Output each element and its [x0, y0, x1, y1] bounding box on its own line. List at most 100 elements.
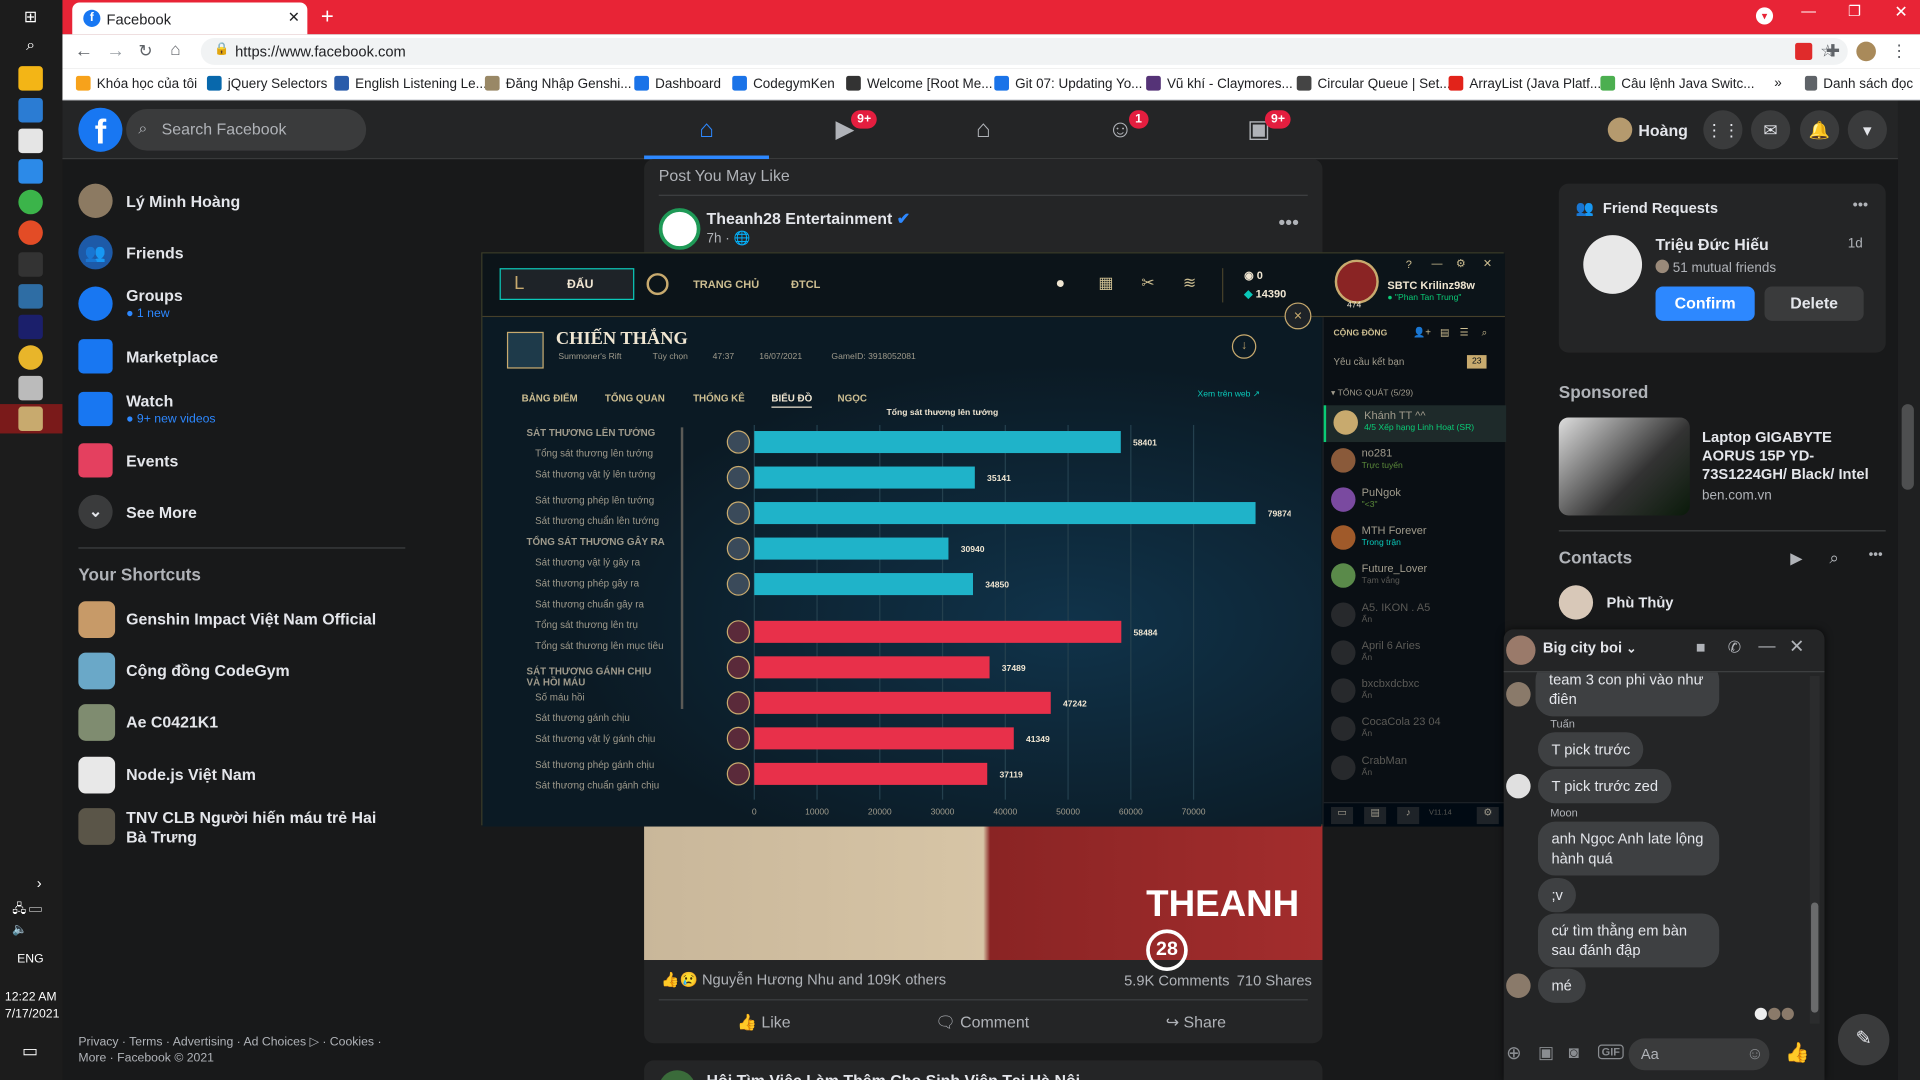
- nav-home[interactable]: TRANG CHỦ: [693, 278, 759, 290]
- sticker-icon[interactable]: ◙: [1569, 1042, 1579, 1062]
- confirm-button[interactable]: Confirm: [1655, 286, 1755, 321]
- summoner-icon[interactable]: [1334, 259, 1379, 304]
- filter-option[interactable]: Tổng sát thương lên trụ: [518, 620, 638, 631]
- filter-scrollbar[interactable]: [680, 427, 684, 709]
- friend-row[interactable]: CocaCola 23 04 Ẩn: [1324, 712, 1506, 749]
- home-nav-icon[interactable]: ⌂: [692, 115, 721, 144]
- tab-stats[interactable]: THỐNG KÊ: [693, 393, 745, 404]
- extensions-puzzle-icon[interactable]: ✚: [1826, 40, 1840, 61]
- minimize-window-button[interactable]: —: [1801, 2, 1816, 19]
- minimize-icon[interactable]: —: [1431, 257, 1442, 269]
- tab-overview[interactable]: TỔNG QUAN: [605, 393, 665, 404]
- app-icon[interactable]: [18, 284, 43, 309]
- friend-row[interactable]: CrabMan Ẩn: [1324, 750, 1506, 787]
- message-bubble[interactable]: T pick trước: [1537, 732, 1644, 767]
- page-name[interactable]: Theanh28 Entertainment ✔: [707, 209, 911, 229]
- terminal-icon[interactable]: [18, 252, 43, 277]
- filter-option[interactable]: Sát thương gánh chịu: [518, 713, 630, 724]
- summoner-name[interactable]: SBTC Krilinz98w: [1387, 279, 1475, 291]
- app-icon[interactable]: [18, 189, 43, 215]
- store-nav-icon[interactable]: ≋: [1183, 273, 1196, 293]
- filter-option[interactable]: Tổng sát thương lên mục tiêu: [518, 640, 665, 651]
- collection-nav-icon[interactable]: ▦: [1098, 273, 1113, 293]
- account-dropdown-icon[interactable]: ▾: [1847, 110, 1887, 150]
- vscode-icon[interactable]: [18, 159, 43, 184]
- menu-kebab-icon[interactable]: ⋮: [1891, 40, 1908, 61]
- page-scrollbar[interactable]: [1897, 100, 1920, 1080]
- shortcut-item[interactable]: Node.js Việt Nam: [78, 756, 396, 794]
- address-bar[interactable]: 🔒 https://www.facebook.com ☆: [200, 37, 1848, 65]
- bookmark-item[interactable]: ArrayList (Java Platf...: [1448, 75, 1601, 92]
- ad-domain[interactable]: ben.com.vn: [1702, 489, 1772, 504]
- bookmark-item[interactable]: Welcome [Root Me...: [846, 75, 992, 92]
- file-explorer-icon[interactable]: [18, 66, 43, 91]
- shortcut-item[interactable]: Genshin Impact Việt Nam Official: [78, 601, 396, 638]
- loot-nav-icon[interactable]: ✂: [1141, 273, 1154, 293]
- footer-copyright[interactable]: More · Facebook © 2021: [78, 1052, 214, 1065]
- help-icon[interactable]: ?: [1406, 258, 1412, 270]
- list-icon[interactable]: ☰: [1460, 327, 1469, 338]
- filter-option[interactable]: Sát thương vật lý gây ra: [518, 557, 640, 568]
- play-button[interactable]: L ĐẤU: [499, 268, 635, 301]
- friend-row[interactable]: Khánh TT ^^ 4/5 Xếp hạng Linh Hoạt (SR): [1323, 405, 1507, 443]
- marketplace-nav-icon[interactable]: ⌂: [969, 115, 998, 144]
- message-bubble[interactable]: mé: [1537, 968, 1586, 1003]
- video-call-icon[interactable]: ▶: [1790, 549, 1802, 569]
- maximize-window-button[interactable]: ❐: [1848, 2, 1861, 19]
- windows-start-icon[interactable]: ⊞: [18, 5, 42, 29]
- tab-scoreboard[interactable]: BẢNG ĐIỂM: [522, 393, 578, 404]
- share-button[interactable]: ↪ Share: [1166, 1013, 1226, 1033]
- notifications-bell-icon[interactable]: 🔔: [1800, 110, 1840, 150]
- settings-icon[interactable]: ⚙: [1456, 257, 1466, 270]
- paint-icon[interactable]: [18, 128, 43, 154]
- search-icon[interactable]: ⌕: [18, 33, 42, 57]
- home-icon[interactable]: ⌂: [170, 39, 180, 59]
- bookmark-item[interactable]: English Listening Le...: [334, 75, 487, 92]
- friend-row[interactable]: PuNgok "<3": [1324, 482, 1506, 519]
- friend-requests-label[interactable]: Yêu cầu kết bạn: [1333, 356, 1404, 367]
- profile-dropdown-icon[interactable]: ▾: [1755, 7, 1774, 25]
- friend-row[interactable]: bxcbxdcbxc Ẩn: [1324, 674, 1506, 711]
- photo-icon[interactable]: ▣: [1538, 1042, 1554, 1063]
- back-icon[interactable]: ←: [75, 40, 93, 61]
- scrollbar-thumb[interactable]: [1811, 902, 1819, 1013]
- browser-tab[interactable]: f Facebook ✕: [72, 2, 308, 35]
- like-button[interactable]: 👍 Like: [737, 1013, 790, 1033]
- bookmark-item[interactable]: Câu lệnh Java Switc...: [1600, 75, 1755, 92]
- filter-option[interactable]: Sát thương phép gây ra: [518, 578, 639, 589]
- shortcut-item[interactable]: Ae C0421K1: [78, 704, 396, 741]
- filter-option[interactable]: Tổng sát thương lên tướng: [518, 448, 653, 459]
- intellij-icon[interactable]: [18, 314, 43, 340]
- bookmark-item[interactable]: Dashboard: [634, 75, 721, 92]
- sidebar-see-more[interactable]: ⌄ See More: [78, 494, 396, 529]
- phone-icon[interactable]: ✆: [1728, 638, 1741, 658]
- sidebar-item-marketplace[interactable]: Marketplace: [78, 339, 396, 374]
- profile-nav-icon[interactable]: ●: [1056, 273, 1066, 291]
- close-match-icon[interactable]: ✕: [1284, 302, 1312, 330]
- nav-tft[interactable]: ĐTCL: [791, 278, 820, 290]
- bookmark-item[interactable]: CodegymKen: [732, 75, 835, 92]
- clock-date[interactable]: 7/17/2021: [5, 1008, 59, 1021]
- app-icon[interactable]: [18, 220, 43, 245]
- facebook-logo-icon[interactable]: f: [78, 107, 123, 152]
- friend-row[interactable]: April 6 Aries Ẩn: [1324, 635, 1506, 672]
- delete-button[interactable]: Delete: [1764, 286, 1864, 321]
- filter-option[interactable]: Sát thương phép gánh chịu: [518, 759, 654, 770]
- footer-links[interactable]: Privacy · Terms · Advertising · Ad Choic…: [78, 1036, 381, 1049]
- mail-icon[interactable]: [18, 97, 43, 123]
- avatar[interactable]: [1583, 235, 1643, 294]
- messenger-icon[interactable]: ✉: [1751, 110, 1791, 150]
- bookmark-item[interactable]: Đăng Nhập Genshi...: [484, 75, 632, 92]
- view-on-web-link[interactable]: Xem trên web ↗: [1198, 389, 1260, 400]
- add-more-icon[interactable]: ⊕: [1506, 1042, 1521, 1064]
- sidebar-item-watch[interactable]: Watch ● 9+ new videos: [78, 387, 396, 429]
- options-icon[interactable]: •••: [1853, 196, 1868, 213]
- settings-icon[interactable]: ⚙: [1476, 806, 1499, 825]
- friend-group-header[interactable]: ▾ TỔNG QUÁT (5/29): [1331, 388, 1413, 398]
- summoner-status[interactable]: ● "Phan Tan Trung": [1387, 294, 1461, 303]
- chrome-icon[interactable]: [18, 345, 43, 370]
- volume-icon[interactable]: 🔈: [12, 923, 27, 936]
- reading-list-button[interactable]: Danh sách đọc: [1804, 75, 1913, 92]
- filter-category[interactable]: TỔNG SÁT THƯƠNG GÂY RA: [509, 536, 665, 547]
- shortcut-item[interactable]: TNV CLB Người hiến máu trẻ Hai Bà Trưng: [78, 808, 396, 850]
